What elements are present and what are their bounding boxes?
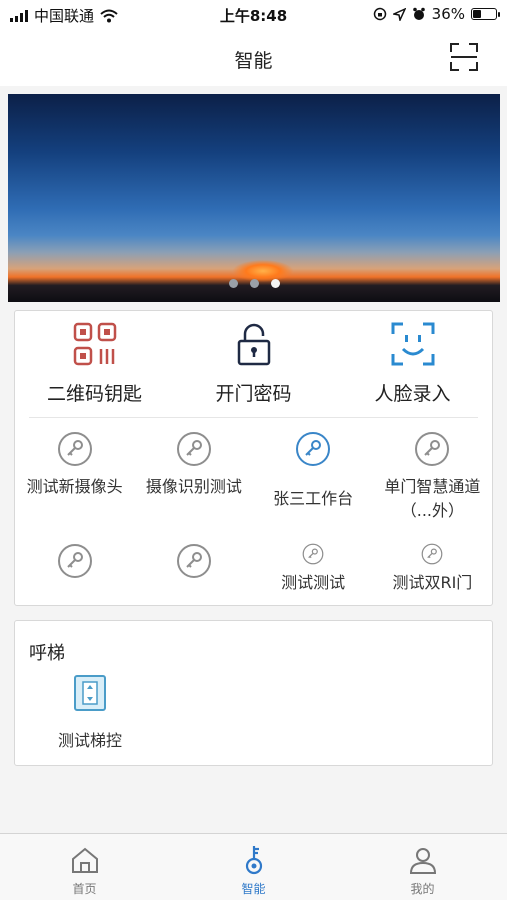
key-icon — [302, 543, 324, 565]
lock-icon — [237, 323, 270, 366]
door-key-item[interactable]: 测试新摄像头 — [15, 423, 134, 535]
bottom-tab-bar: 首页 智能 我的 — [0, 833, 507, 900]
carousel-dot[interactable] — [228, 279, 238, 288]
elevator-control-label: 测试梯控 — [57, 731, 122, 750]
door-key-label: 张三工作台 — [273, 489, 354, 508]
carousel-dot[interactable] — [249, 279, 259, 288]
face-enroll-label: 人脸录入 — [374, 383, 451, 405]
battery-icon — [471, 8, 500, 20]
door-key-item[interactable] — [15, 535, 134, 595]
page-title: 智能 — [234, 50, 273, 72]
door-key-grid: 测试新摄像头 摄像识别测试 张三工作台 单门智慧通道（...外） 测试测试 测试… — [15, 423, 492, 595]
battery-percent: 36% — [431, 5, 465, 23]
divider — [29, 417, 478, 418]
door-password-label: 开门密码 — [215, 383, 292, 405]
key-icon — [296, 432, 331, 466]
door-key-item[interactable]: 单门智慧通道（...外） — [373, 423, 492, 535]
elevator-card: 呼梯 测试梯控 — [14, 620, 493, 766]
key-icon — [176, 544, 211, 578]
elevator-icon — [74, 675, 106, 711]
smart-key-icon — [245, 846, 262, 875]
door-key-item[interactable] — [134, 535, 253, 595]
qr-key-button[interactable]: 二维码钥匙 — [15, 311, 174, 417]
door-key-label: 摄像识别测试 — [145, 477, 242, 496]
door-key-label: 测试双RI门 — [392, 573, 473, 592]
alarm-icon — [412, 7, 425, 20]
door-password-button[interactable]: 开门密码 — [174, 311, 333, 417]
elevator-control-button[interactable]: 测试梯控 — [35, 673, 145, 751]
key-icon — [176, 432, 211, 466]
tab-home[interactable]: 首页 — [0, 834, 169, 900]
door-key-label: 测试新摄像头 — [26, 477, 123, 496]
tab-mine[interactable]: 我的 — [338, 834, 507, 900]
person-icon — [409, 848, 436, 874]
tab-mine-label: 我的 — [410, 882, 435, 896]
location-icon — [392, 7, 406, 21]
scan-icon[interactable] — [449, 42, 479, 72]
face-scan-icon — [391, 322, 434, 366]
key-icon — [57, 544, 92, 578]
banner-carousel[interactable] — [8, 94, 500, 302]
tab-smart[interactable]: 智能 — [169, 834, 338, 900]
carousel-dot-active[interactable] — [270, 279, 280, 288]
home-icon — [71, 847, 98, 873]
smart-functions-card: 二维码钥匙 开门密码 人脸录入 测试新摄像头 摄像识别测试 张三工作台 单门智慧… — [14, 310, 493, 606]
face-enroll-button[interactable]: 人脸录入 — [333, 311, 492, 417]
door-key-item[interactable]: 测试测试 — [254, 535, 373, 595]
nav-bar: 智能 — [0, 30, 507, 86]
rotation-lock-icon — [373, 7, 386, 21]
door-key-item[interactable]: 测试双RI门 — [373, 535, 492, 595]
elevator-section-title: 呼梯 — [29, 643, 65, 664]
carousel-dots — [8, 279, 500, 288]
door-key-item-highlighted[interactable]: 张三工作台 — [254, 423, 373, 535]
door-key-label: 测试测试 — [281, 573, 346, 592]
key-icon — [415, 432, 450, 466]
qr-key-label: 二维码钥匙 — [46, 383, 142, 405]
status-bar: 中国联通 上午8:48 36% — [0, 0, 507, 30]
tab-home-label: 首页 — [72, 882, 97, 896]
door-key-item[interactable]: 摄像识别测试 — [134, 423, 253, 535]
qr-code-icon — [73, 322, 116, 366]
door-key-label: 单门智慧通道（...外） — [384, 477, 481, 520]
key-icon — [421, 543, 443, 565]
tab-smart-label: 智能 — [241, 882, 266, 896]
key-icon — [57, 432, 92, 466]
